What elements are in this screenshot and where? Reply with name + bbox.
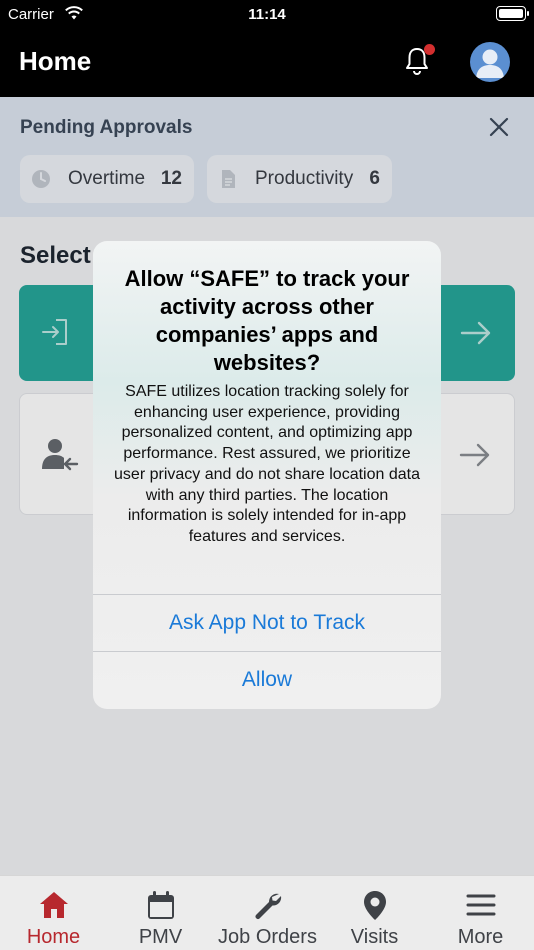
status-bar: Carrier 11:14: [0, 0, 534, 28]
menu-icon: [466, 894, 495, 916]
tab-more[interactable]: More: [427, 876, 534, 950]
wrench-icon: [255, 893, 281, 919]
tab-visits[interactable]: Visits: [321, 876, 428, 950]
page-title: Home: [19, 46, 92, 76]
allow-button[interactable]: Allow: [93, 651, 441, 708]
user-icon: [476, 49, 504, 78]
clock: 11:14: [248, 6, 286, 23]
tab-home-label: Home: [26, 926, 81, 948]
top-bar: Carrier 11:14 Home: [0, 0, 534, 97]
notification-badge: [424, 44, 435, 55]
tab-home[interactable]: Home: [0, 876, 107, 950]
tab-job-orders-label: Job Orders: [218, 926, 317, 948]
map-pin-icon: [363, 891, 386, 920]
tracking-permission-alert: Allow “SAFE” to track your activity acro…: [93, 241, 441, 709]
tab-more-label: More: [457, 926, 504, 948]
battery-icon: [496, 6, 529, 21]
home-icon: [39, 892, 68, 918]
tab-visits-label: Visits: [350, 926, 399, 948]
alert-title: Allow “SAFE” to track your activity acro…: [124, 266, 410, 375]
avatar[interactable]: [470, 42, 510, 82]
alert-message: SAFE utilizes location tracking solely f…: [114, 383, 420, 545]
tab-bar: Home PMV Job Orders Visits More: [0, 875, 534, 950]
tab-job-orders[interactable]: Job Orders: [214, 876, 321, 950]
tab-pmv[interactable]: PMV: [107, 876, 214, 950]
ask-not-to-track-button[interactable]: Ask App Not to Track: [93, 594, 441, 651]
calendar-icon: [147, 891, 174, 919]
tab-pmv-label: PMV: [138, 926, 183, 948]
